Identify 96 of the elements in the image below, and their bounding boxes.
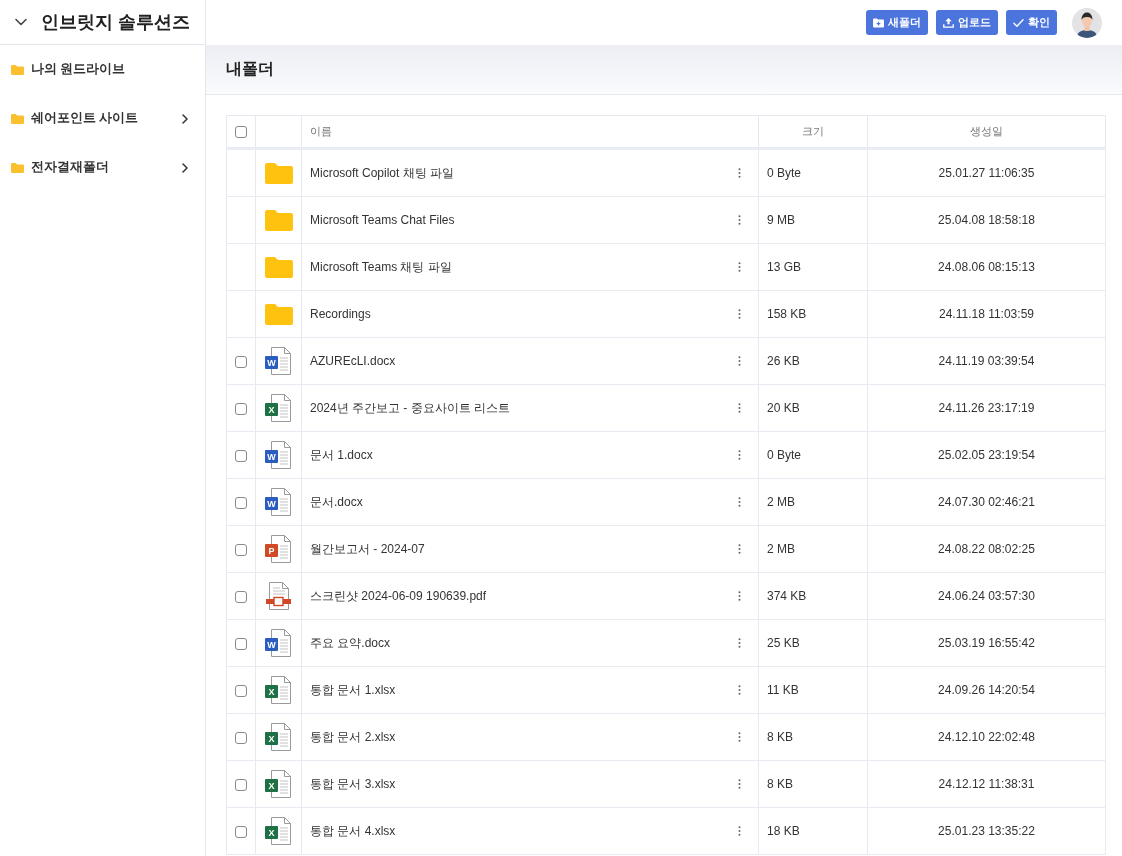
file-name[interactable]: 통합 문서 3.xlsx xyxy=(310,775,396,793)
file-name[interactable]: 문서 1.docx xyxy=(310,446,373,464)
more-options-icon[interactable] xyxy=(738,450,741,460)
column-header[interactable]: 이름 xyxy=(310,124,332,137)
row-checkbox[interactable] xyxy=(235,496,247,509)
row-checkbox[interactable] xyxy=(235,778,247,791)
created-date: 24.08.06 08:15:13 xyxy=(938,260,1035,274)
check-icon xyxy=(1013,17,1024,28)
created-date: 24.11.18 11:03:59 xyxy=(939,307,1034,321)
row-checkbox[interactable] xyxy=(235,684,247,697)
file-size: 2 MB xyxy=(767,542,795,556)
file-name[interactable]: Microsoft Copilot 채팅 파일 xyxy=(310,164,455,182)
folder-icon xyxy=(11,113,24,124)
file-name[interactable]: 스크린샷 2024-06-09 190639.pdf xyxy=(310,587,487,605)
row-checkbox[interactable] xyxy=(235,637,247,650)
sidebar-item[interactable]: 쉐어포인트 사이트 xyxy=(0,94,205,143)
more-options-icon[interactable] xyxy=(738,262,741,272)
file-name[interactable]: 2024년 주간보고 - 중요사이트 리스트 xyxy=(310,399,511,417)
more-options-icon[interactable] xyxy=(738,403,741,413)
more-options-icon[interactable] xyxy=(738,544,741,554)
created-date: 24.12.12 11:38:31 xyxy=(938,777,1035,791)
row-checkbox[interactable] xyxy=(235,543,247,556)
file-name[interactable]: 통합 문서 4.xlsx xyxy=(310,822,396,840)
created-date: 24.06.24 03:57:30 xyxy=(938,589,1035,603)
row-checkbox[interactable] xyxy=(235,825,247,838)
more-options-icon[interactable] xyxy=(738,215,741,225)
more-options-icon[interactable] xyxy=(738,168,741,178)
more-options-icon[interactable] xyxy=(738,356,741,366)
folder-icon xyxy=(264,256,293,278)
created-date: 24.09.26 14:20:54 xyxy=(938,683,1035,697)
file-name[interactable]: Microsoft Teams Chat Files xyxy=(310,213,455,227)
created-date: 25.02.05 23:19:54 xyxy=(938,448,1035,462)
file-size: 9 MB xyxy=(767,213,795,227)
user-avatar[interactable] xyxy=(1072,7,1102,38)
created-date: 24.11.19 03:39:54 xyxy=(938,354,1035,368)
folder-icon xyxy=(11,162,24,173)
row-checkbox[interactable] xyxy=(235,449,247,462)
pdf-file-icon xyxy=(265,582,292,610)
file-size: 18 KB xyxy=(767,824,800,838)
more-options-icon[interactable] xyxy=(738,779,741,789)
file-size: 374 KB xyxy=(767,589,807,603)
file-size: 20 KB xyxy=(767,401,800,415)
chevron-down-icon[interactable] xyxy=(15,18,27,26)
created-date: 25.03.19 16:55:42 xyxy=(938,636,1035,650)
folder-icon xyxy=(264,303,293,325)
file-name[interactable]: AZUREcLI.docx xyxy=(310,354,396,368)
workspace-title: 인브릿지 솔루션즈 xyxy=(41,11,190,34)
more-options-icon[interactable] xyxy=(738,591,741,601)
more-options-icon[interactable] xyxy=(738,497,741,507)
file-size: 2 MB xyxy=(767,495,795,509)
row-checkbox[interactable] xyxy=(235,731,247,744)
created-date: 24.07.30 02:46:21 xyxy=(938,495,1035,509)
file-name[interactable]: 월간보고서 - 2024-07 xyxy=(310,540,425,558)
column-header[interactable]: 크기 xyxy=(802,124,824,137)
folder-plus-icon xyxy=(873,17,884,28)
file-size: 0 Byte xyxy=(767,448,802,462)
folder-icon xyxy=(264,162,293,184)
file-size: 0 Byte xyxy=(767,166,802,180)
created-date: 25.01.27 11:06:35 xyxy=(938,166,1035,180)
more-options-icon[interactable] xyxy=(738,826,741,836)
file-size: 8 KB xyxy=(767,730,793,744)
more-options-icon[interactable] xyxy=(738,732,741,742)
folder-title: 내폴더 xyxy=(226,59,274,79)
file-size: 158 KB xyxy=(767,307,807,321)
file-name[interactable]: Recordings xyxy=(310,307,371,321)
column-header[interactable]: 생성일 xyxy=(970,124,1003,137)
file-name[interactable]: 통합 문서 2.xlsx xyxy=(310,728,396,746)
confirm-button[interactable]: 확인 xyxy=(1006,10,1057,35)
file-size: 26 KB xyxy=(767,354,800,368)
file-size: 13 GB xyxy=(767,260,802,274)
upload-icon xyxy=(943,17,954,28)
file-size: 8 KB xyxy=(767,777,793,791)
file-name[interactable]: 통합 문서 1.xlsx xyxy=(310,681,396,699)
sidebar-item[interactable]: 나의 원드라이브 xyxy=(0,45,205,94)
more-options-icon[interactable] xyxy=(738,309,741,319)
row-checkbox[interactable] xyxy=(235,402,247,415)
file-size: 25 KB xyxy=(767,636,800,650)
upload-button[interactable]: 업로드 xyxy=(936,10,998,35)
created-date: 24.08.22 08:02:25 xyxy=(938,542,1035,556)
sidebar-item[interactable]: 전자결재폴더 xyxy=(0,143,205,192)
created-date: 24.11.26 23:17:19 xyxy=(938,401,1035,415)
file-name[interactable]: 문서.docx xyxy=(310,493,363,511)
folder-icon xyxy=(264,209,293,231)
more-options-icon[interactable] xyxy=(738,685,741,695)
created-date: 25.04.08 18:58:18 xyxy=(938,213,1035,227)
row-checkbox[interactable] xyxy=(235,355,247,368)
file-size: 11 KB xyxy=(767,683,799,697)
new-folder-button[interactable]: 새폴더 xyxy=(866,10,928,35)
select-all-checkbox[interactable] xyxy=(235,126,247,139)
row-checkbox[interactable] xyxy=(235,590,247,603)
created-date: 24.12.10 22:02:48 xyxy=(938,730,1035,744)
created-date: 25.01.23 13:35:22 xyxy=(938,824,1035,838)
more-options-icon[interactable] xyxy=(738,638,741,648)
file-name[interactable]: 주요 요약.docx xyxy=(310,634,390,652)
folder-icon xyxy=(11,64,24,75)
file-name[interactable]: Microsoft Teams 채팅 파일 xyxy=(310,258,452,276)
